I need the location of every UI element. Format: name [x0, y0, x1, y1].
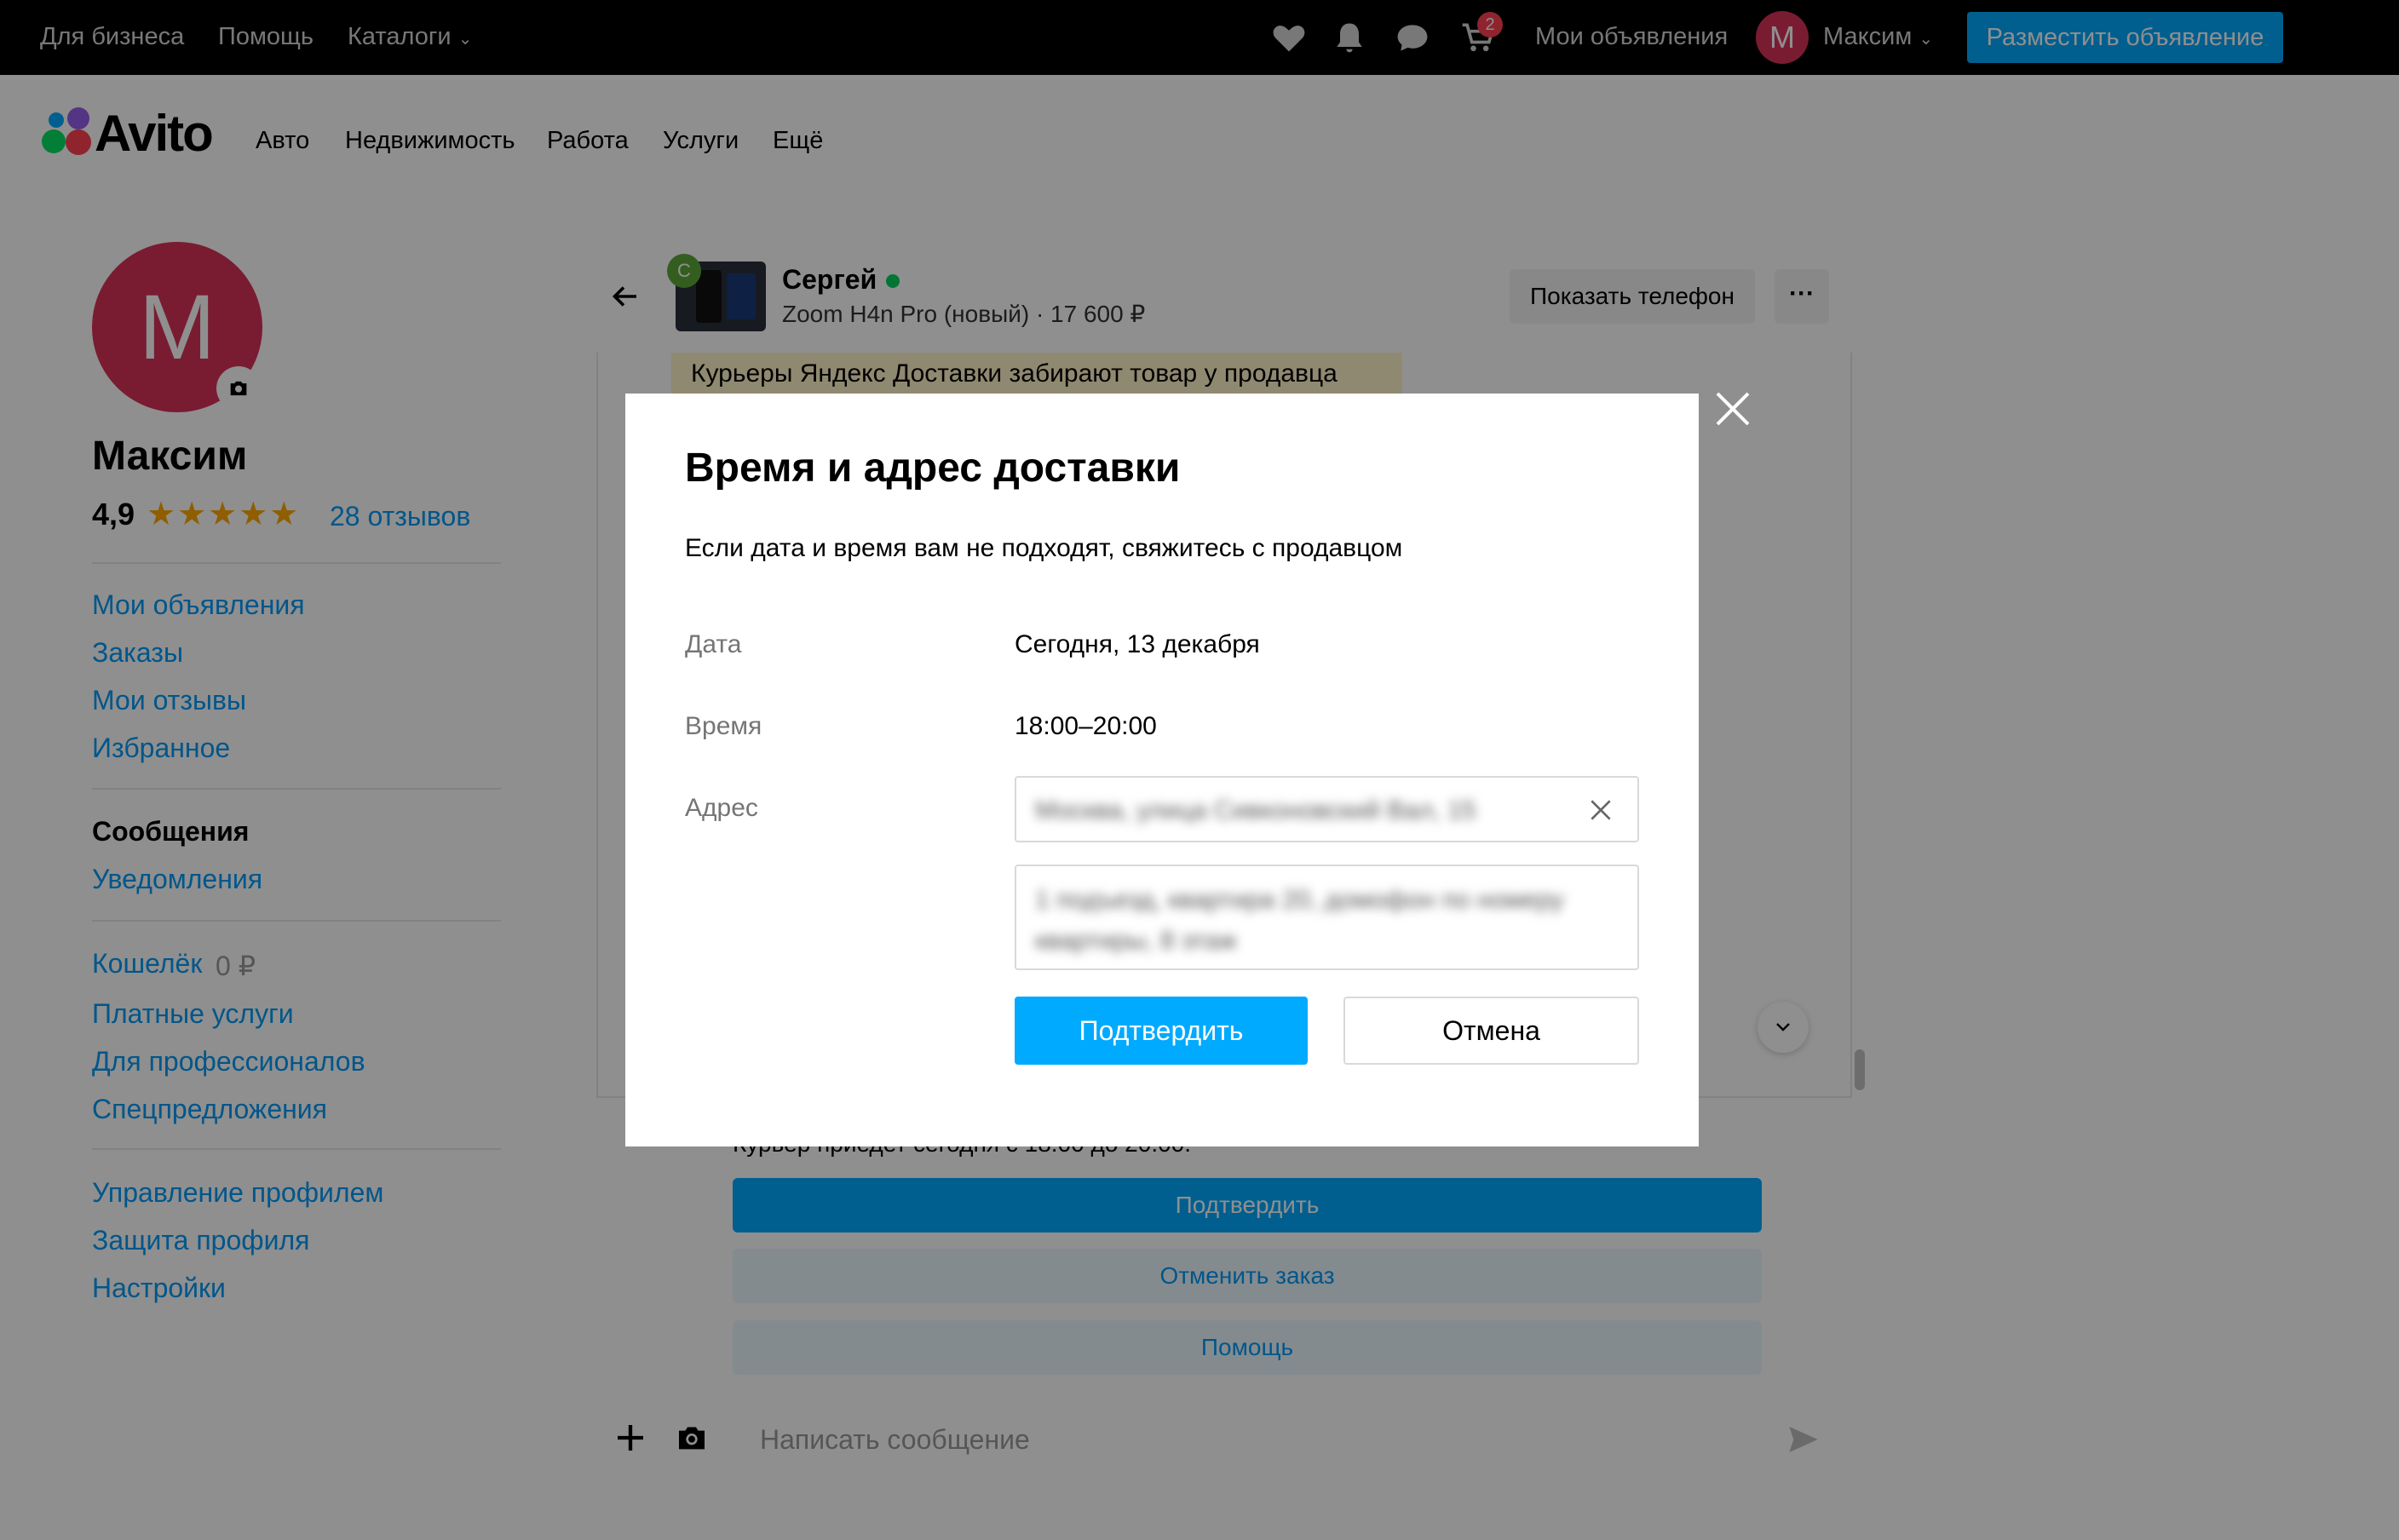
date-value: Сегодня, 13 декабря: [1015, 630, 1260, 658]
confirm-button[interactable]: Подтвердить: [1015, 997, 1308, 1065]
address-label: Адрес: [685, 794, 758, 822]
time-label: Время: [685, 712, 762, 740]
close-icon[interactable]: [1712, 388, 1753, 429]
modal-subtitle: Если дата и время вам не подходят, свяжи…: [685, 534, 1403, 562]
address-value: Москва, улица Сивконовский Вал, 15: [1035, 796, 1476, 825]
address-input[interactable]: Москва, улица Сивконовский Вал, 15: [1015, 776, 1639, 842]
cancel-button[interactable]: Отмена: [1343, 997, 1639, 1065]
address-details-value: 1 подъезд, квартира 20, домофон по номер…: [1035, 886, 1564, 955]
address-details-field[interactable]: 1 подъезд, квартира 20, домофон по номер…: [1015, 865, 1639, 970]
clear-icon[interactable]: [1587, 796, 1614, 824]
delivery-modal: Время и адрес доставки Если дата и время…: [625, 394, 1699, 1146]
time-value: 18:00–20:00: [1015, 712, 1157, 740]
modal-title: Время и адрес доставки: [685, 445, 1181, 491]
date-label: Дата: [685, 630, 742, 658]
